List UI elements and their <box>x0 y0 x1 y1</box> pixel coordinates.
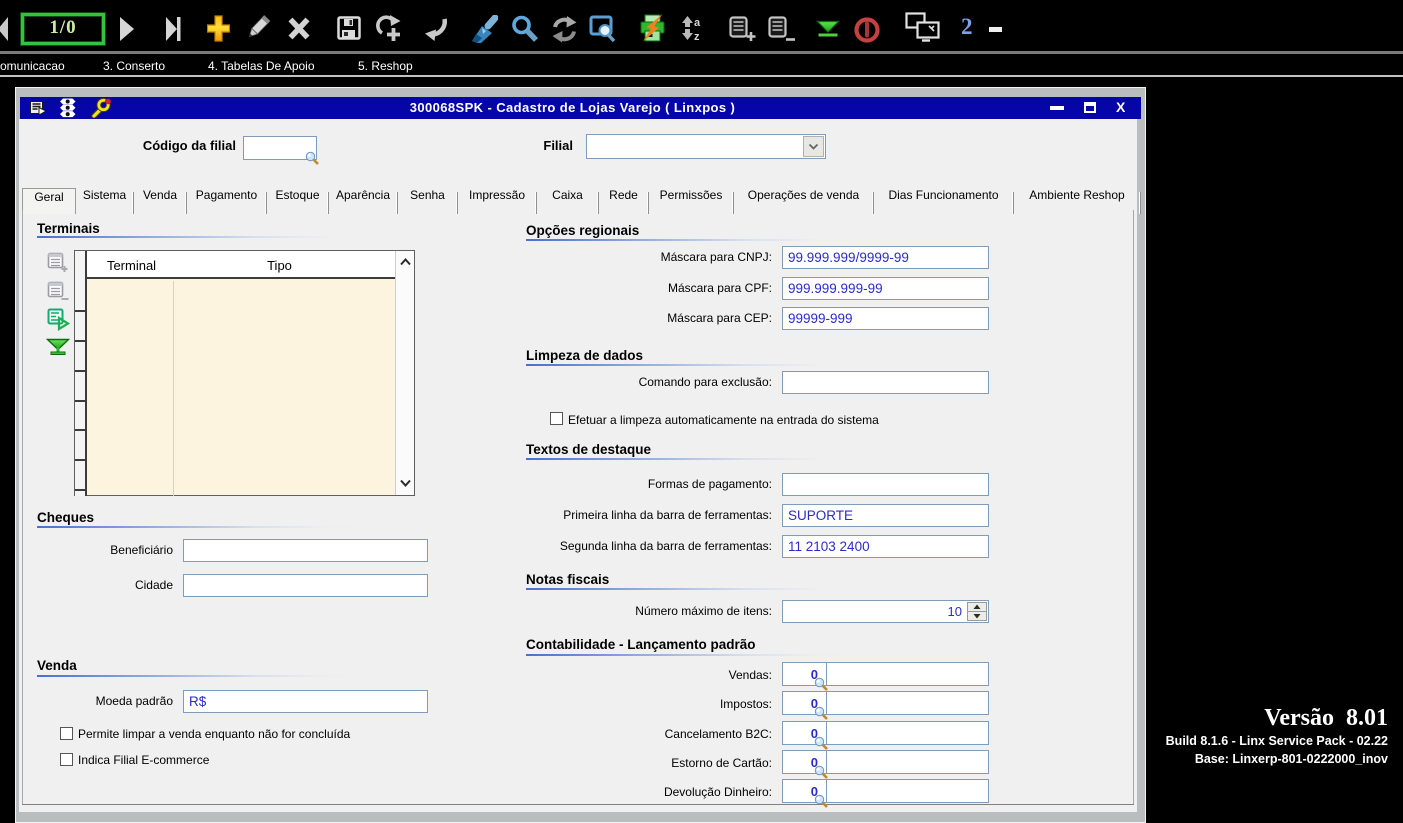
svg-text:a: a <box>694 17 701 29</box>
svg-text:z: z <box>694 31 700 42</box>
